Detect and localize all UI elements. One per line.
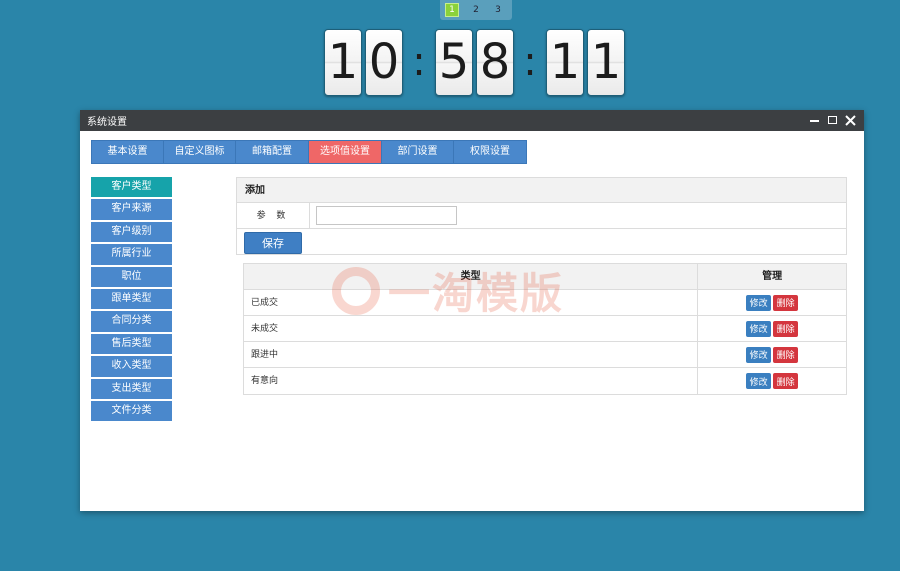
page-switcher: 1 2 3 [440, 0, 512, 20]
clock-minute-tens: 5 [435, 28, 473, 96]
row-type-cell: 已成交 [244, 290, 699, 315]
add-option-form: 添加 参 数 保存 [236, 177, 847, 255]
delete-button[interactable]: 删除 [773, 346, 799, 363]
table-row: 已成交 修改 删除 [244, 290, 846, 316]
param-row: 参 数 [237, 203, 846, 229]
window-titlebar[interactable]: 系统设置 [80, 110, 864, 131]
sidebar-item-customer-level[interactable]: 客户级别 [91, 221, 172, 243]
window-title: 系统设置 [87, 117, 127, 128]
sidebar-item-contract-category[interactable]: 合同分类 [91, 311, 172, 332]
clock-hour-ones: 0 [365, 28, 403, 96]
sidebar-item-file-category[interactable]: 文件分类 [91, 400, 172, 422]
tab-option-values[interactable]: 选项值设置 [309, 141, 382, 163]
save-button[interactable]: 保存 [244, 232, 302, 254]
table-row: 跟进中 修改 删除 [244, 342, 846, 368]
delete-button[interactable]: 删除 [773, 320, 799, 337]
page-2-button[interactable]: 2 [467, 2, 485, 18]
table-header-row: 类型 管理 [244, 264, 846, 290]
row-type-cell: 未成交 [244, 316, 699, 341]
window-controls [808, 113, 856, 127]
row-actions: 修改 删除 [698, 342, 846, 367]
clock-separator: : [523, 38, 537, 85]
tab-custom-icons[interactable]: 自定义图标 [164, 141, 236, 163]
tab-email-config[interactable]: 邮箱配置 [236, 141, 309, 163]
sidebar-item-customer-type[interactable]: 客户类型 [91, 177, 172, 198]
tab-basic-settings[interactable]: 基本设置 [92, 141, 164, 163]
sidebar-item-position[interactable]: 职位 [91, 266, 172, 287]
row-actions: 修改 删除 [698, 368, 846, 394]
option-table: 类型 管理 已成交 修改 删除 未成交 修改 删除 跟进中 修改 删除 有意向 [243, 263, 847, 395]
delete-button[interactable]: 删除 [773, 294, 799, 311]
param-input[interactable] [316, 206, 457, 225]
page-1-button[interactable]: 1 [445, 3, 459, 17]
table-row: 未成交 修改 删除 [244, 316, 846, 342]
flip-clock: 1 0 : 5 8 : 1 1 [324, 28, 628, 96]
close-icon[interactable] [844, 113, 856, 127]
table-row: 有意向 修改 删除 [244, 368, 846, 394]
form-title: 添加 [237, 178, 846, 203]
settings-window: 系统设置 基本设置 自定义图标 邮箱配置 选项值设置 部门设置 权限设置 客户类… [80, 110, 864, 511]
clock-second-ones: 1 [587, 28, 625, 96]
clock-separator: : [412, 38, 426, 85]
tab-department-settings[interactable]: 部门设置 [382, 141, 454, 163]
maximize-icon[interactable] [826, 113, 838, 127]
edit-button[interactable]: 修改 [746, 346, 772, 363]
row-actions: 修改 删除 [698, 290, 846, 315]
sidebar-item-customer-source[interactable]: 客户来源 [91, 199, 172, 220]
row-type-cell: 有意向 [244, 368, 699, 394]
settings-tabs: 基本设置 自定义图标 邮箱配置 选项值设置 部门设置 权限设置 [91, 140, 527, 164]
column-header-manage: 管理 [698, 264, 846, 289]
tab-permission-settings[interactable]: 权限设置 [454, 141, 526, 163]
sidebar-item-industry[interactable]: 所属行业 [91, 244, 172, 265]
delete-button[interactable]: 删除 [773, 373, 799, 389]
sidebar-item-followup-type[interactable]: 跟单类型 [91, 288, 172, 310]
sidebar-item-income-type[interactable]: 收入类型 [91, 356, 172, 377]
option-sidebar: 客户类型 客户来源 客户级别 所属行业 职位 跟单类型 合同分类 售后类型 收入… [91, 177, 172, 423]
page-3-button[interactable]: 3 [489, 2, 507, 18]
edit-button[interactable]: 修改 [746, 320, 772, 337]
clock-hour-tens: 1 [324, 28, 362, 96]
sidebar-item-aftersales-type[interactable]: 售后类型 [91, 333, 172, 355]
minimize-icon[interactable] [808, 113, 820, 127]
row-type-cell: 跟进中 [244, 342, 699, 367]
edit-button[interactable]: 修改 [746, 373, 772, 389]
column-header-type: 类型 [244, 264, 699, 289]
row-actions: 修改 删除 [698, 316, 846, 341]
clock-second-tens: 1 [546, 28, 584, 96]
sidebar-item-expense-type[interactable]: 支出类型 [91, 378, 172, 399]
clock-minute-ones: 8 [476, 28, 514, 96]
edit-button[interactable]: 修改 [746, 294, 772, 311]
param-label: 参 数 [237, 203, 310, 228]
